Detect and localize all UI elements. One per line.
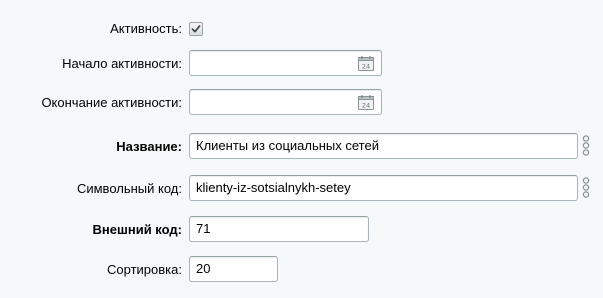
active-to-label: Окончание активности:: [41, 95, 182, 110]
active-from-input[interactable]: [189, 50, 382, 76]
active-from-label: Начало активности:: [62, 56, 182, 71]
xml-id-label: Внешний код:: [92, 222, 182, 237]
calendar-icon[interactable]: 24: [358, 95, 374, 110]
translit-chain-icon[interactable]: [581, 177, 591, 199]
code-label: Символьный код:: [76, 181, 182, 196]
check-icon: [191, 25, 201, 33]
svg-text:24: 24: [362, 102, 370, 110]
translit-chain-icon[interactable]: [581, 135, 591, 157]
name-input[interactable]: Клиенты из социальных сетей: [189, 133, 578, 159]
active-checkbox[interactable]: [189, 22, 203, 36]
sort-input[interactable]: 20: [189, 256, 278, 282]
xml-id-input[interactable]: 71: [189, 216, 369, 242]
sort-label: Сортировка:: [107, 262, 182, 277]
code-input[interactable]: klienty-iz-sotsialnykh-setey: [189, 175, 578, 201]
svg-text:24: 24: [362, 63, 370, 71]
active-label: Активность:: [110, 21, 182, 36]
active-to-input[interactable]: [189, 89, 382, 115]
calendar-icon[interactable]: 24: [358, 56, 374, 71]
name-label: Название:: [116, 139, 182, 154]
